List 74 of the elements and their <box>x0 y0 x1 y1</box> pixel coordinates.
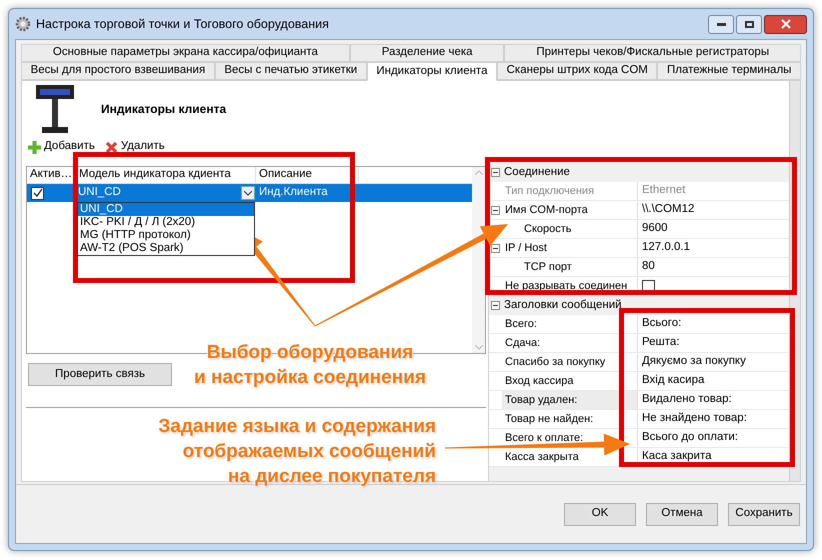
collapse-icon[interactable] <box>491 206 500 214</box>
group-header: Заголовки сообщений <box>504 298 622 313</box>
tab[interactable]: Разделение чека <box>350 44 504 62</box>
property-label: Скорость <box>523 222 572 237</box>
property-label: Сдача: <box>504 336 540 351</box>
close-icon <box>780 19 790 29</box>
dropdown-option[interactable]: AW-T2 (POS Spark) <box>78 242 254 255</box>
property-label: Не разрывать соединен <box>504 278 628 294</box>
property-value[interactable]: Всього до оплати: <box>642 429 738 447</box>
minimize-button[interactable] <box>708 14 734 34</box>
property-value[interactable]: Видалено товар: <box>642 391 732 409</box>
section-title: Индикаторы клиента <box>101 101 226 118</box>
dialog-button[interactable]: Сохранить <box>728 502 800 526</box>
dialog-button[interactable]: Отмена <box>646 502 718 526</box>
delete-button[interactable]: Удалить <box>104 138 165 156</box>
window-title: Настрока торговой точки и Тогового оборудования <box>36 16 329 33</box>
property-label: Имя COM-порта <box>504 202 588 218</box>
close-button[interactable] <box>764 14 807 34</box>
property-value[interactable]: 127.0.0.1 <box>642 239 690 257</box>
customer-display-icon <box>34 83 76 135</box>
table-row[interactable]: UNI_CD Инд.Клиента <box>27 184 472 202</box>
property-label: Товар не найден: <box>504 412 594 427</box>
tab[interactable]: Весы с печатью этикетки <box>214 62 367 80</box>
maximize-icon <box>744 20 754 28</box>
tab[interactable]: Весы для простого взвешивания <box>21 62 215 80</box>
property-label: Вход кассира <box>504 374 574 389</box>
property-value[interactable]: \\.\COM12 <box>642 201 694 219</box>
callout-text: и настройка соединения <box>194 366 426 390</box>
column-header[interactable]: Описание <box>256 167 359 183</box>
property-value[interactable]: Не знайдено товар: <box>642 410 747 428</box>
tab[interactable]: Принтеры чеков/Фискальные регистраторы <box>504 44 801 62</box>
maximize-button[interactable] <box>736 14 762 34</box>
dialog-button[interactable]: OK <box>564 502 636 526</box>
property-label: Всего: <box>504 316 537 332</box>
property-label: Всего к оплате: <box>504 430 584 446</box>
checkbox[interactable] <box>31 186 44 200</box>
property-value[interactable]: Всього: <box>642 315 682 333</box>
property-value[interactable]: Вхід касира <box>642 372 704 390</box>
column-header[interactable]: Модель индикатора кдиента <box>76 167 256 183</box>
property-value[interactable]: Решта: <box>642 334 680 352</box>
tab[interactable]: Основные параметры экрана кассира/официанта <box>21 44 350 62</box>
column-header[interactable]: Актив… <box>27 167 76 183</box>
table-cell-text: Инд.Клиента <box>258 185 328 200</box>
plus-icon <box>28 140 41 154</box>
property-label: Тип подключения <box>504 184 594 199</box>
property-label: Товар удален: <box>504 392 578 408</box>
minimize-icon <box>716 22 726 26</box>
collapse-icon[interactable] <box>491 301 500 310</box>
tab[interactable]: Индикаторы клиента <box>366 62 498 81</box>
callout-text: на дислее покупателя <box>228 465 436 489</box>
property-value[interactable]: 9600 <box>642 220 668 238</box>
callout-text: отображаемых сообщений <box>182 440 436 464</box>
collapse-icon[interactable] <box>491 244 500 252</box>
callout-text: Задание языка и содержания <box>158 415 436 439</box>
property-value[interactable]: 80 <box>642 258 655 276</box>
property-value[interactable]: Каса закрита <box>642 448 712 466</box>
property-value[interactable]: Дякуємо за покупку <box>642 353 746 371</box>
add-button[interactable]: Добавить <box>28 138 95 156</box>
callout-text: Выбор оборудования <box>206 341 414 365</box>
property-label: Касса закрыта <box>504 450 579 465</box>
collapse-icon[interactable] <box>491 168 500 177</box>
dropdown-option[interactable]: IKC- PKI / Д / Л (2x20) <box>78 216 254 229</box>
model-combobox[interactable]: UNI_CD <box>76 185 256 201</box>
dropdown-option[interactable]: MG (HTTP протокол) <box>78 229 254 242</box>
tab[interactable]: Платежные терминалы <box>657 62 801 80</box>
cross-icon <box>104 140 118 154</box>
property-label: IP / Host <box>504 240 547 256</box>
tab[interactable]: Сканеры штрих кода COM <box>497 62 658 80</box>
check-connection-button[interactable]: Проверить связь <box>28 363 172 386</box>
property-label: Спасибо за покупку <box>504 354 606 370</box>
group-header: Соединение <box>504 164 570 180</box>
gear-icon <box>15 16 31 32</box>
property-label: TCP порт <box>523 260 572 275</box>
dropdown-option[interactable]: UNI_CD <box>78 203 254 216</box>
